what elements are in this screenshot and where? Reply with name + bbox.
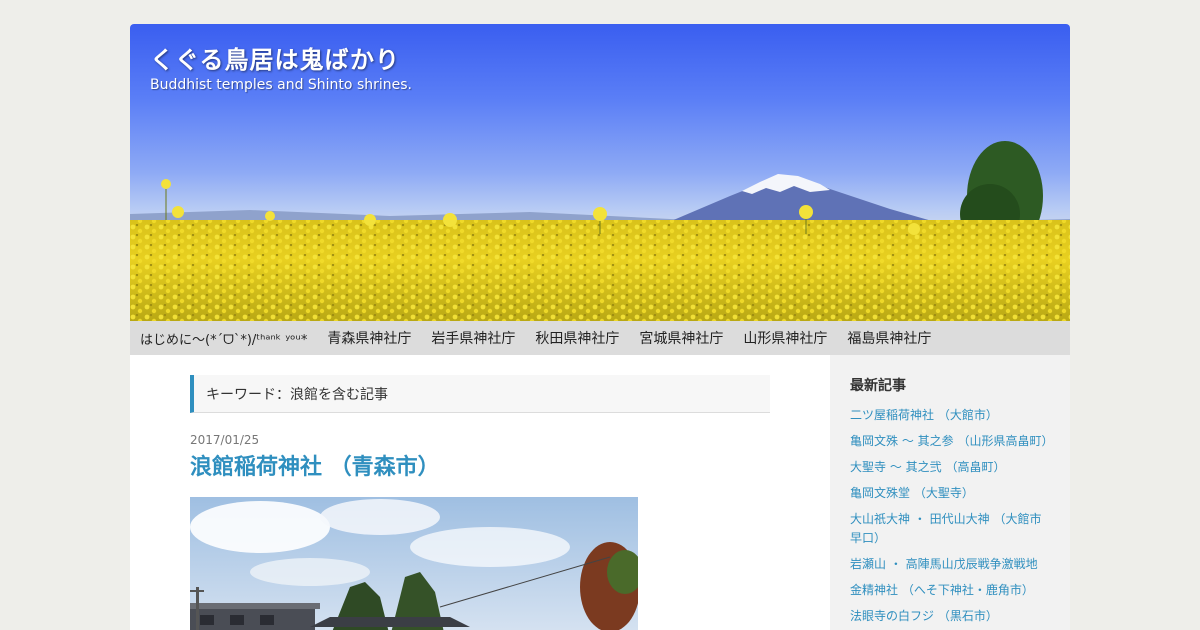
sidebar-heading-recent-posts: 最新記事 [850,378,906,394]
list-item: 大聖寺 ～ 其之弐 （高畠町） [850,457,1050,476]
nav-item-aomori[interactable]: 青森県神社庁 [327,328,411,348]
recent-post-link[interactable]: 大山祇大神 ・ 田代山大神 （大館市早口） [850,512,1041,545]
recent-post-link[interactable]: 大聖寺 ～ 其之弐 （高畠町） [850,460,1005,474]
nav-item-iwate[interactable]: 岩手県神社庁 [431,328,515,348]
nav-item-akita[interactable]: 秋田県神社庁 [535,328,619,348]
recent-post-link[interactable]: 二ツ屋稲荷神社 （大館市） [850,408,998,422]
list-item: 亀岡文殊堂 （大聖寺） [850,483,1050,502]
post-date: 2017/01/25 [190,433,260,447]
recent-posts-list: 二ツ屋稲荷神社 （大館市） 亀岡文殊 ～ 其之参 （山形県高畠町） 大聖寺 ～ … [850,405,1053,625]
recent-post-link[interactable]: 亀岡文殊 ～ 其之参 （山形県高畠町） [850,434,1053,448]
list-item: 法眼寺の白フジ （黒石市） [850,606,1050,625]
list-item: 二ツ屋稲荷神社 （大館市） [850,405,1050,424]
site-description: Buddhist temples and Shinto shrines. [150,77,412,93]
sidebar: 最新記事 二ツ屋稲荷神社 （大館市） 亀岡文殊 ～ 其之参 （山形県高畠町） 大… [830,355,1070,630]
shrine-photo [190,497,638,630]
nav-item-yamagata[interactable]: 山形県神社庁 [743,328,827,348]
nav-item-intro[interactable]: はじめに～(*´ᗜ`*)/ᵗʰᵃⁿᵏ ʸᵒᵘ* [140,329,307,348]
nav-item-miyagi[interactable]: 宮城県神社庁 [639,328,723,348]
site-title[interactable]: くぐる鳥居は鬼ばかり [150,40,400,75]
main-content: キーワード：浪館を含む記事 2017/01/25 浪館稲荷神社 （青森市） [130,355,830,630]
site-header: くぐる鳥居は鬼ばかり Buddhist temples and Shinto s… [130,24,1070,321]
post-title-link[interactable]: 浪館稲荷神社 （青森市） [190,449,440,481]
list-item: 亀岡文殊 ～ 其之参 （山形県高畠町） [850,431,1053,450]
list-item: 金精神社 （へそ下神社・鹿角市） [850,580,1050,599]
nav-item-fukushima[interactable]: 福島県神社庁 [847,328,931,348]
post-thumbnail-image[interactable] [190,497,638,630]
recent-post-link[interactable]: 岩瀬山 ・ 高陣馬山戊辰戦争激戦地 [850,557,1038,571]
keyword-heading: キーワード：浪館を含む記事 [190,375,770,413]
main-nav: はじめに～(*´ᗜ`*)/ᵗʰᵃⁿᵏ ʸᵒᵘ* 青森県神社庁 岩手県神社庁 秋田… [130,321,1070,355]
recent-post-link[interactable]: 法眼寺の白フジ （黒石市） [850,609,998,623]
list-item: 大山祇大神 ・ 田代山大神 （大館市早口） [850,509,1050,547]
list-item: 岩瀬山 ・ 高陣馬山戊辰戦争激戦地 [850,554,1050,573]
blog-page: くぐる鳥居は鬼ばかり Buddhist temples and Shinto s… [130,24,1070,630]
recent-post-link[interactable]: 亀岡文殊堂 （大聖寺） [850,486,974,500]
recent-post-link[interactable]: 金精神社 （へそ下神社・鹿角市） [850,583,1034,597]
